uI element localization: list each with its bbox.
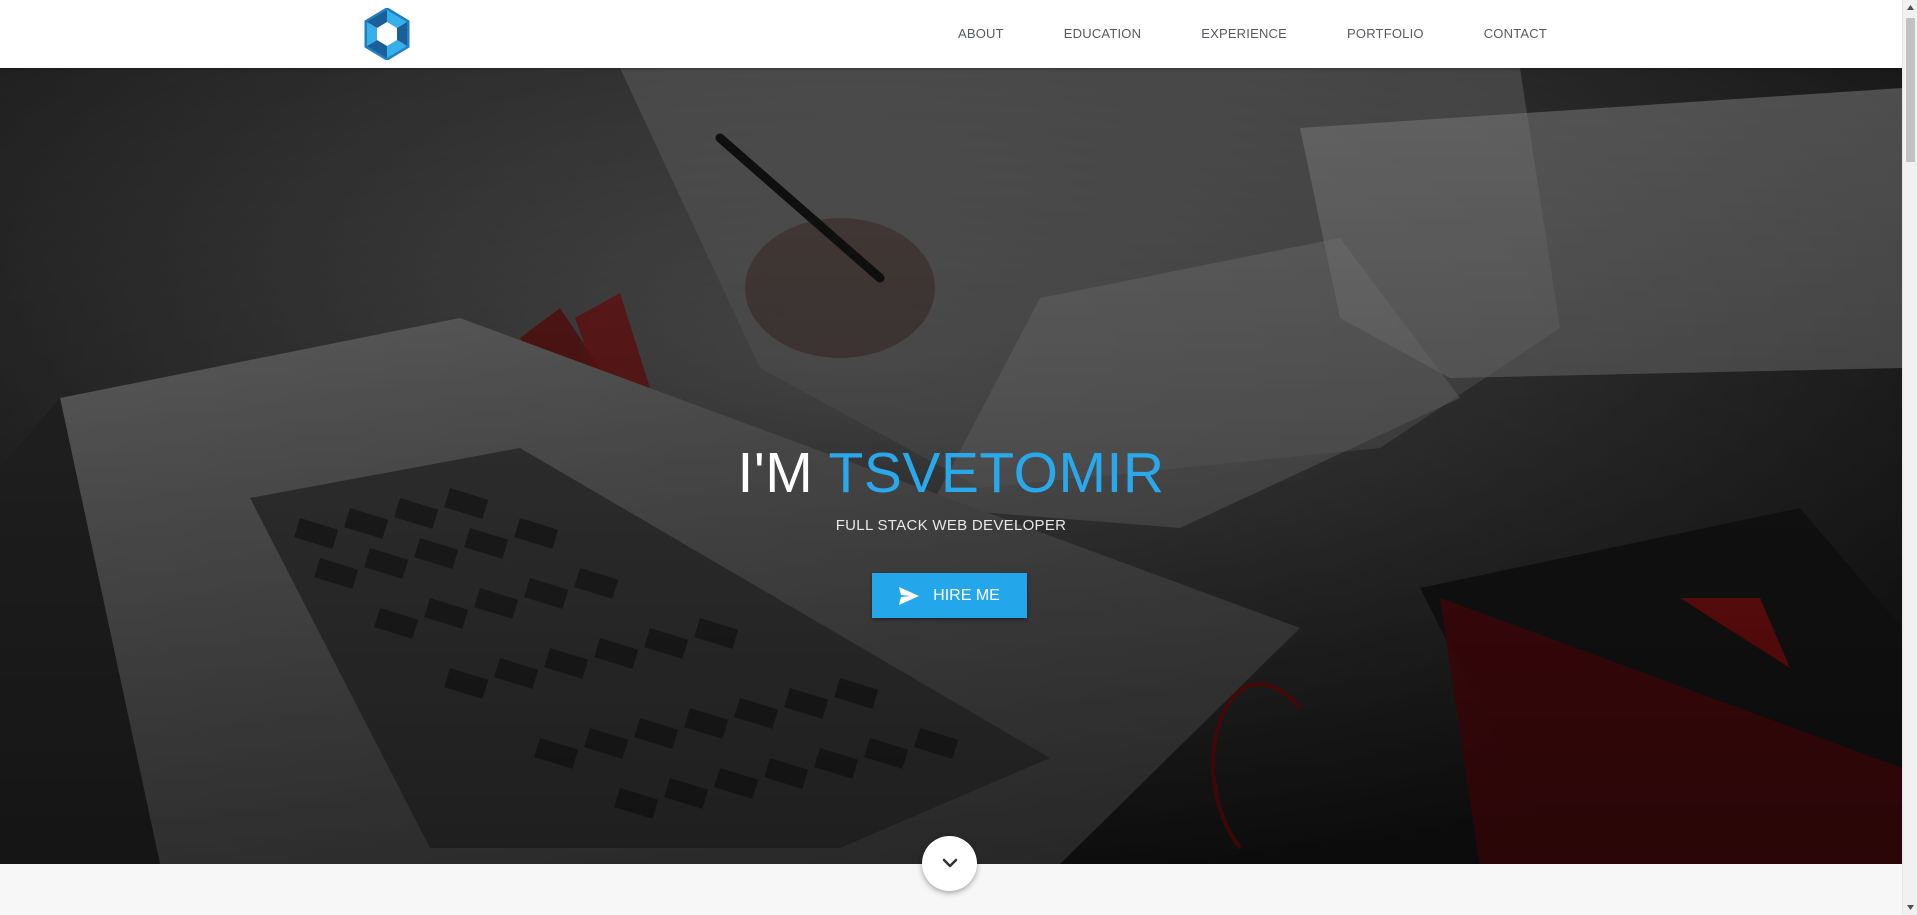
scroll-down-button[interactable] xyxy=(922,836,977,891)
nav-education[interactable]: EDUCATION xyxy=(1034,0,1171,68)
scroll-down-arrow-icon[interactable] xyxy=(1903,900,1917,915)
hexagon-logo-icon[interactable] xyxy=(364,7,410,61)
hero-section: I'M TSVETOMIR FULL STACK WEB DEVELOPER H… xyxy=(0,68,1902,864)
hero-title-name: TSVETOMIR xyxy=(828,441,1165,505)
scroll-up-arrow-icon[interactable] xyxy=(1903,0,1917,15)
nav-menu: ABOUT EDUCATION EXPERIENCE PORTFOLIO CON… xyxy=(928,0,1577,68)
hire-me-button[interactable]: HIRE ME xyxy=(872,573,1027,618)
hero-subtitle: FULL STACK WEB DEVELOPER xyxy=(835,517,1067,534)
page-scrollbar[interactable] xyxy=(1902,0,1917,915)
chevron-down-icon xyxy=(942,855,958,873)
scrollbar-thumb[interactable] xyxy=(1906,18,1915,162)
nav-about[interactable]: ABOUT xyxy=(928,0,1034,68)
nav-experience[interactable]: EXPERIENCE xyxy=(1171,0,1317,68)
top-navbar: ABOUT EDUCATION EXPERIENCE PORTFOLIO CON… xyxy=(0,0,1902,68)
nav-portfolio[interactable]: PORTFOLIO xyxy=(1317,0,1454,68)
hero-title-prefix: I'M xyxy=(737,441,829,505)
send-icon xyxy=(899,586,920,605)
hero-title: I'M TSVETOMIR xyxy=(0,440,1902,506)
nav-contact[interactable]: CONTACT xyxy=(1454,0,1577,68)
hire-me-label: HIRE ME xyxy=(933,586,1000,604)
